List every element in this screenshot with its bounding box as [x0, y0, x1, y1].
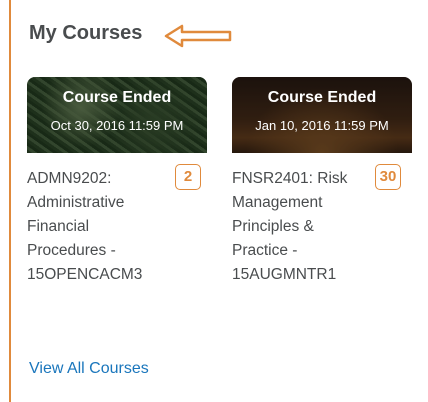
- course-end-date: Jan 10, 2016 11:59 PM: [255, 118, 389, 133]
- course-image[interactable]: Course Ended Oct 30, 2016 11:59 PM: [27, 77, 207, 153]
- course-name[interactable]: FNSR2401: Risk Management Principles & P…: [232, 167, 370, 287]
- course-status: Course Ended: [62, 89, 172, 106]
- course-tile[interactable]: Course Ended Jan 10, 2016 11:59 PM FNSR2…: [232, 77, 412, 283]
- notification-badge[interactable]: 30: [375, 164, 401, 190]
- course-name[interactable]: ADMN9202: Administrative Financial Proce…: [27, 167, 172, 287]
- view-all-courses-link[interactable]: View All Courses: [29, 360, 149, 378]
- course-end-date: Oct 30, 2016 11:59 PM: [50, 118, 184, 133]
- course-status: Course Ended: [267, 89, 377, 106]
- arrow-left-icon: [164, 24, 232, 48]
- course-image[interactable]: Course Ended Jan 10, 2016 11:59 PM: [232, 77, 412, 153]
- widget-title: My Courses: [29, 22, 143, 44]
- course-tile[interactable]: Course Ended Oct 30, 2016 11:59 PM ADMN9…: [27, 77, 207, 283]
- notification-badge[interactable]: 2: [175, 164, 201, 190]
